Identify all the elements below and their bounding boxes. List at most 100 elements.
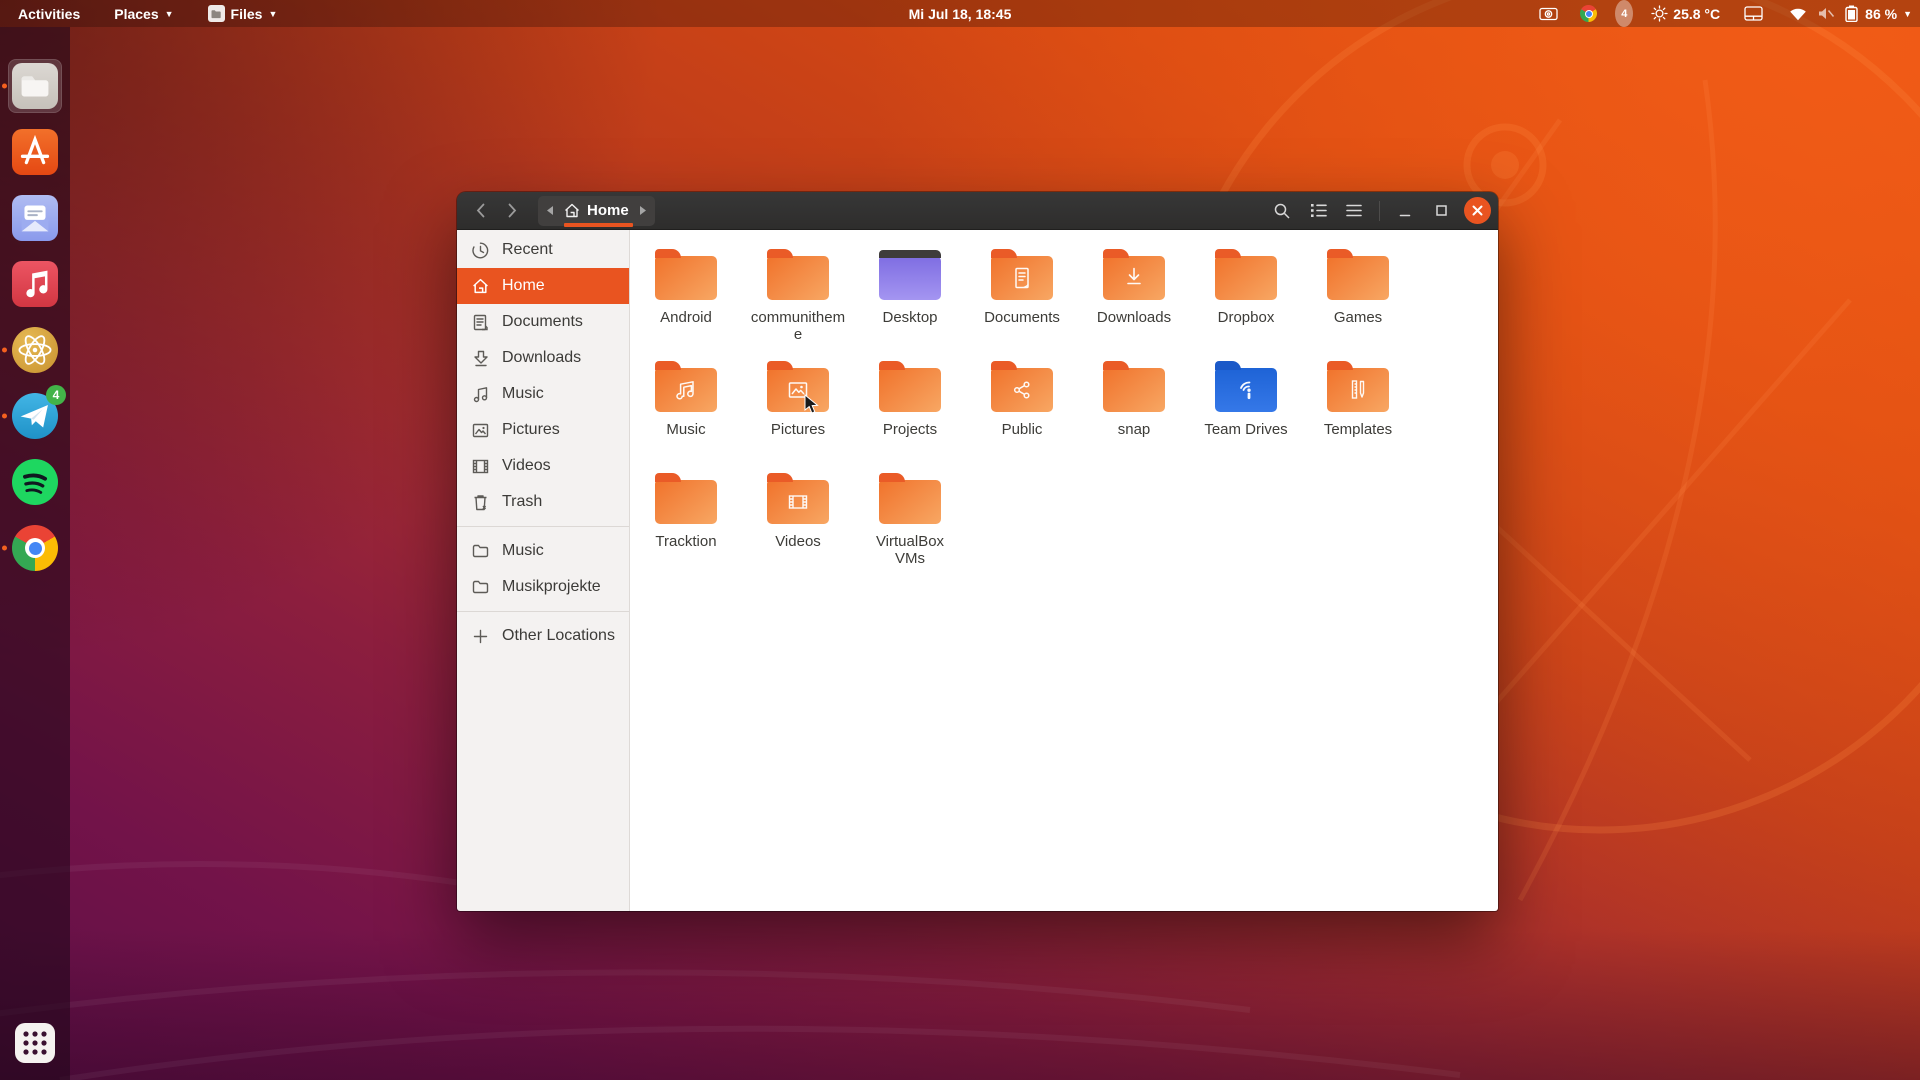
file-folder-videos[interactable]: Videos — [742, 464, 854, 576]
file-folder-downloads[interactable]: Downloads — [1078, 240, 1190, 352]
dock-item-telegram[interactable]: 4 — [2, 385, 66, 443]
sidebar-item-label: Downloads — [502, 349, 582, 366]
volume-muted-icon[interactable] — [1817, 0, 1835, 27]
file-label: Desktop — [882, 309, 938, 326]
dock-item-geary-mail[interactable] — [8, 191, 62, 245]
path-scroll-right-icon[interactable] — [639, 206, 646, 215]
dock-item-gnome-music[interactable] — [8, 257, 62, 311]
folder-icon — [1215, 361, 1277, 412]
sidebar-item-recent[interactable]: Recent — [457, 232, 629, 268]
folder-icon — [472, 580, 489, 594]
running-indicator — [2, 545, 7, 551]
sidebar-item-music[interactable]: Music — [457, 376, 629, 412]
music-icon — [472, 386, 489, 403]
file-folder-tracktion[interactable]: Tracktion — [630, 464, 742, 576]
show-applications-button[interactable] — [8, 1016, 62, 1070]
file-folder-templates[interactable]: Templates — [1302, 352, 1414, 464]
file-label: VirtualBox VMs — [875, 533, 945, 567]
sidebar-item-documents[interactable]: Documents — [457, 304, 629, 340]
top-bar: Activities Places ▼ Files ▼ Mi Jul 18, 1… — [0, 0, 1920, 27]
folder-icon — [1215, 249, 1277, 300]
recent-icon — [472, 242, 489, 259]
files-app-menu[interactable]: Files ▼ — [204, 0, 282, 27]
caret-down-icon: ▼ — [268, 9, 278, 19]
file-label: snap — [1117, 421, 1151, 438]
file-label: Documents — [984, 309, 1060, 326]
file-label: Videos — [775, 533, 821, 550]
file-folder-desktop[interactable]: Desktop — [854, 240, 966, 352]
sidebar-item-musikprojekte[interactable]: Musikprojekte — [457, 569, 629, 605]
wifi-icon[interactable] — [1789, 0, 1807, 27]
file-folder-music[interactable]: Music — [630, 352, 742, 464]
maximize-button[interactable] — [1425, 196, 1457, 226]
activities-button[interactable]: Activities — [14, 0, 84, 27]
minimize-button[interactable] — [1389, 196, 1421, 226]
path-bar[interactable]: Home — [538, 195, 655, 227]
battery-icon[interactable] — [1845, 0, 1858, 27]
file-view: Android communitheme Desktop Documents Downl… — [630, 230, 1498, 911]
file-label: Dropbox — [1217, 309, 1275, 326]
search-button[interactable] — [1266, 196, 1298, 226]
file-folder-pictures[interactable]: Pictures — [742, 352, 854, 464]
active-path-underline — [564, 222, 633, 227]
home-icon — [565, 203, 579, 218]
file-folder-team-drives[interactable]: Team Drives — [1190, 352, 1302, 464]
path-segment-home[interactable]: Home — [560, 202, 633, 219]
sidebar-item-label: Pictures — [502, 421, 560, 438]
touchpad-indicator-icon[interactable] — [1744, 0, 1763, 27]
sidebar-item-home[interactable]: Home — [457, 268, 629, 304]
sidebar: Recent Home Documents Downloads Music Picture… — [457, 230, 630, 911]
menu-button[interactable] — [1338, 196, 1370, 226]
file-label: Team Drives — [1204, 421, 1288, 438]
sidebar-item-pictures[interactable]: Pictures — [457, 412, 629, 448]
path-scroll-left-icon[interactable] — [547, 206, 553, 215]
system-menu-caret-icon[interactable]: ▼ — [1903, 0, 1912, 27]
sidebar-item-trash[interactable]: Trash — [457, 484, 629, 520]
headerbar-separator — [1379, 200, 1380, 221]
file-folder-communitheme[interactable]: communitheme — [742, 240, 854, 352]
file-folder-virtualbox-vms[interactable]: VirtualBox VMs — [854, 464, 966, 576]
sidebar-item-downloads[interactable]: Downloads — [457, 340, 629, 376]
keyboard-indicator-badge[interactable]: 4 — [1615, 0, 1634, 27]
sidebar-item-videos[interactable]: Videos — [457, 448, 629, 484]
downloads-icon — [472, 350, 489, 367]
chrome-tray-icon[interactable] — [1580, 0, 1598, 27]
view-list-button[interactable] — [1302, 196, 1334, 226]
file-folder-dropbox[interactable]: Dropbox — [1190, 240, 1302, 352]
dock-item-spotify[interactable] — [8, 455, 62, 509]
file-folder-projects[interactable]: Projects — [854, 352, 966, 464]
screenshot-camera-icon[interactable] — [1539, 0, 1558, 27]
places-menu[interactable]: Places ▼ — [110, 0, 177, 27]
file-label: Music — [666, 421, 706, 438]
sun-icon — [1651, 5, 1668, 22]
clock[interactable]: Mi Jul 18, 18:45 — [899, 0, 1022, 27]
folder-icon — [879, 250, 941, 300]
mouse-cursor — [804, 394, 820, 415]
sidebar-item-other-locations[interactable]: Other Locations — [457, 618, 629, 654]
file-folder-public[interactable]: Public — [966, 352, 1078, 464]
dock-item-ubuntu-software[interactable] — [8, 125, 62, 179]
file-folder-documents[interactable]: Documents — [966, 240, 1078, 352]
dock-item-files[interactable] — [2, 59, 62, 113]
folder-icon — [1103, 249, 1165, 300]
list-view-icon — [1310, 204, 1327, 217]
sidebar-separator — [457, 611, 629, 612]
sidebar-item-label: Musikprojekte — [502, 578, 601, 595]
file-folder-games[interactable]: Games — [1302, 240, 1414, 352]
sidebar-item-label: Other Locations — [502, 627, 615, 644]
forward-button[interactable] — [496, 196, 528, 226]
file-label: Public — [1001, 421, 1043, 438]
back-button[interactable] — [464, 196, 496, 226]
close-button[interactable] — [1464, 197, 1491, 224]
sidebar-item-label: Documents — [502, 313, 583, 330]
file-label: Games — [1333, 309, 1383, 326]
dock-item-chrome[interactable] — [2, 521, 62, 575]
file-folder-android[interactable]: Android — [630, 240, 742, 352]
dock-item-atom[interactable] — [2, 323, 62, 377]
sidebar-item-music[interactable]: Music — [457, 533, 629, 569]
file-folder-snap[interactable]: snap — [1078, 352, 1190, 464]
documents-icon — [472, 314, 489, 331]
running-indicator — [2, 83, 7, 89]
file-label: Downloads — [1096, 309, 1172, 326]
weather-indicator[interactable]: 25.8 °C — [1651, 0, 1720, 27]
